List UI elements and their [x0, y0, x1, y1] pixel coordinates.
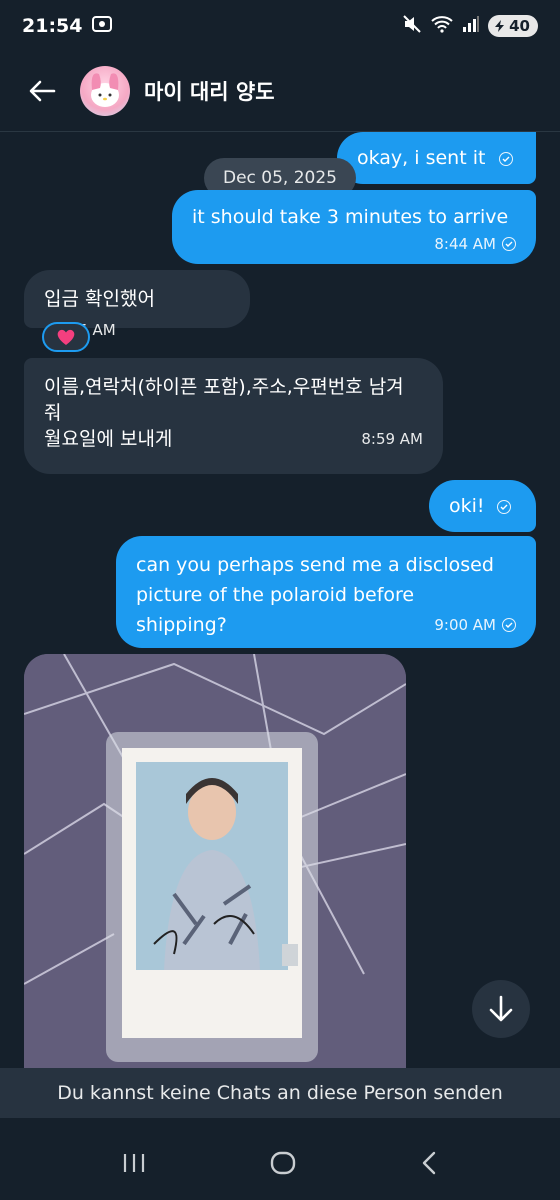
photo-attachment[interactable]	[24, 654, 406, 1068]
message-meta: 8:44 AM	[434, 229, 516, 259]
polaroid-photo-image	[24, 654, 406, 1068]
avatar-image	[91, 73, 119, 107]
heart-reaction[interactable]	[42, 322, 90, 352]
notice-text: Du kannst keine Chats an diese Person se…	[57, 1082, 503, 1104]
status-bar: 21:54 40	[0, 0, 560, 52]
message-time: 9:00 AM	[434, 616, 496, 634]
message-bubble-outgoing[interactable]: okay, i sent it	[337, 132, 536, 184]
read-check-icon	[496, 499, 511, 514]
read-check-icon	[502, 618, 516, 632]
message-line: can you perhaps send me a disclosed	[136, 554, 494, 576]
battery-level: 40	[509, 17, 530, 35]
system-navigation-bar	[0, 1130, 560, 1200]
message-text: okay, i sent it	[357, 147, 486, 169]
message-line: picture of the polaroid before	[136, 584, 415, 606]
contact-name[interactable]: 마이 대리 양도	[144, 76, 275, 106]
status-time: 21:54	[22, 15, 83, 37]
wifi-icon	[430, 14, 454, 39]
screenshot-icon	[92, 15, 113, 38]
message-bubble-incoming[interactable]: 이름,연락처(하이픈 포함),주소,우편번호 남겨 줘 월요일에 보내게 8:5…	[24, 358, 443, 474]
back-button[interactable]	[20, 69, 64, 113]
charging-icon	[495, 20, 505, 32]
signal-icon	[462, 15, 480, 38]
message-line: 이름,연락처(하이픈 포함),주소,우편번호 남겨	[44, 376, 404, 398]
battery-indicator: 40	[488, 15, 538, 37]
avatar[interactable]	[80, 66, 130, 116]
nav-back-icon[interactable]	[419, 1150, 439, 1180]
read-check-icon	[502, 237, 516, 251]
heart-icon	[57, 329, 75, 345]
message-time: 8:44 AM	[434, 235, 496, 253]
scroll-down-button[interactable]	[472, 980, 530, 1038]
message-bubble-incoming[interactable]: 입금 확인했어 8:45 AM	[24, 270, 250, 339]
message-bubble-outgoing[interactable]: can you perhaps send me a disclosed pict…	[116, 536, 536, 648]
message-line: 월요일에 보내게	[44, 428, 173, 450]
message-text: 입금 확인했어	[44, 288, 155, 310]
message-list[interactable]: okay, i sent it Dec 05, 2025 it should t…	[0, 132, 560, 1068]
back-arrow-icon	[29, 80, 56, 102]
cannot-message-notice: Du kannst keine Chats an diese Person se…	[0, 1068, 560, 1118]
scroll-down-icon	[489, 995, 513, 1022]
conversation-header: 마이 대리 양도	[0, 52, 560, 130]
message-line: shipping?	[136, 614, 227, 636]
read-check-icon	[499, 151, 514, 166]
message-time: 8:59 AM	[361, 430, 423, 448]
message-bubble-outgoing[interactable]: oki!	[429, 480, 536, 532]
message-text: oki!	[449, 495, 485, 517]
home-icon[interactable]	[269, 1149, 297, 1181]
message-meta: 9:00 AM	[434, 610, 516, 640]
mute-icon	[402, 14, 422, 39]
recent-apps-icon[interactable]	[121, 1151, 147, 1179]
message-bubble-outgoing[interactable]: it should take 3 minutes to arrive 8:44 …	[172, 190, 536, 264]
